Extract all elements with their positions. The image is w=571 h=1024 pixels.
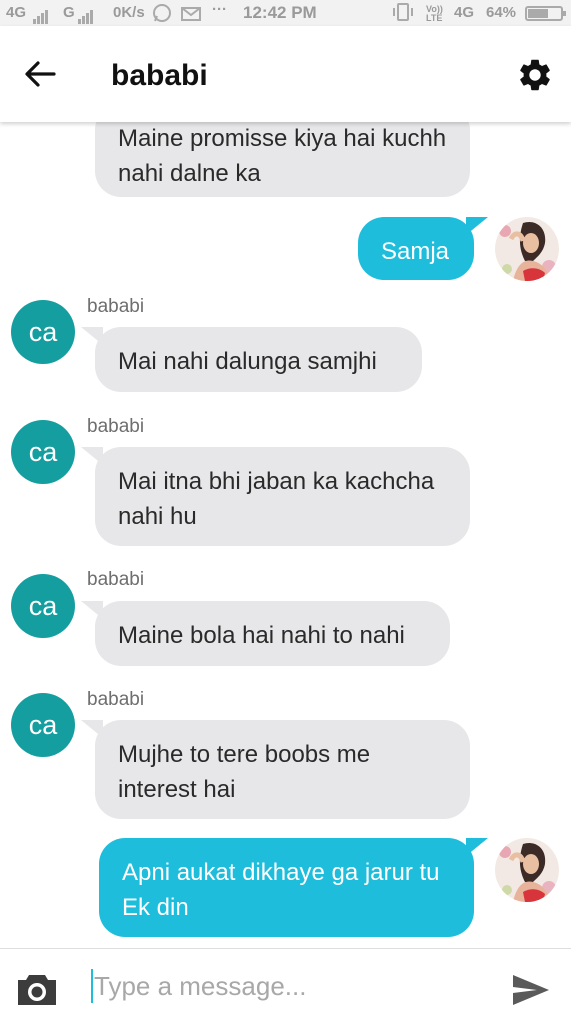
message-list[interactable]: Maine promisse kiya hai kuchh nahi dalne…: [0, 122, 571, 948]
battery-percent: 64%: [486, 4, 517, 21]
network-type-2: G: [63, 4, 75, 21]
message-text: Mai nahi dalunga samjhi: [118, 348, 377, 375]
profile-photo-icon: [495, 838, 559, 902]
network-type-3: 4G: [454, 4, 475, 21]
gear-icon[interactable]: [516, 56, 554, 94]
message-text: Samja: [381, 238, 450, 265]
message-input[interactable]: [94, 965, 484, 1007]
battery-icon: [525, 6, 566, 21]
contact-avatar[interactable]: ca: [11, 300, 75, 364]
contact-avatar[interactable]: ca: [11, 693, 75, 757]
sender-name: bababi: [87, 569, 145, 590]
back-arrow-icon[interactable]: [22, 56, 58, 92]
camera-icon[interactable]: [16, 971, 58, 1007]
text-cursor: [91, 969, 93, 1003]
mail-icon: [181, 7, 201, 21]
message-text: Mai itna bhi jaban ka kachcha nahi hu: [118, 468, 435, 530]
status-time: 12:42 PM: [243, 3, 317, 22]
message-text: Mujhe to tere boobs me interest hai: [118, 741, 371, 803]
network-type-1: 4G: [6, 4, 27, 21]
message-bubble-received[interactable]: Mujhe to tere boobs me interest hai: [81, 720, 470, 819]
message-bubble-sent[interactable]: Apni aukat dikhaye ga jarur tu Ek din: [99, 838, 488, 937]
message-bubble-received[interactable]: Mai itna bhi jaban ka kachcha nahi hu: [81, 447, 470, 546]
profile-photo-icon: [495, 217, 559, 281]
contact-avatar[interactable]: ca: [11, 574, 75, 638]
message-text: Maine promisse kiya hai kuchh nahi dalne…: [118, 125, 447, 187]
send-icon[interactable]: [511, 973, 551, 1007]
app-bar: bababi: [0, 26, 571, 122]
whatsapp-icon: [153, 4, 171, 22]
chat-title: bababi: [111, 59, 208, 92]
message-bubble-sent[interactable]: Samja: [358, 217, 488, 280]
status-bar: 4G G 0K/s ··· 12:42 PM Vo)) LTE 4G 64%: [0, 0, 571, 26]
volte-icon: Vo)) LTE: [426, 4, 443, 23]
contact-avatar[interactable]: ca: [11, 420, 75, 484]
more-notifications-icon: ···: [212, 1, 227, 18]
message-composer: [0, 948, 571, 1024]
sender-name: bababi: [87, 689, 145, 710]
message-bubble-received[interactable]: Maine promisse kiya hai kuchh nahi dalne…: [95, 122, 470, 197]
message-bubble-received[interactable]: Maine bola hai nahi to nahi: [81, 601, 450, 666]
sender-name: bababi: [87, 416, 145, 437]
my-avatar[interactable]: [495, 217, 559, 281]
message-text: Maine bola hai nahi to nahi: [118, 622, 405, 649]
message-bubble-received[interactable]: Mai nahi dalunga samjhi: [81, 327, 422, 392]
sender-name: bababi: [87, 296, 145, 317]
signal-icon: [33, 7, 49, 24]
message-text: Apni aukat dikhaye ga jarur tu Ek din: [122, 859, 440, 921]
signal-icon-2: [78, 7, 94, 24]
data-speed: 0K/s: [113, 4, 145, 21]
vibrate-icon: [393, 3, 413, 21]
my-avatar[interactable]: [495, 838, 559, 902]
